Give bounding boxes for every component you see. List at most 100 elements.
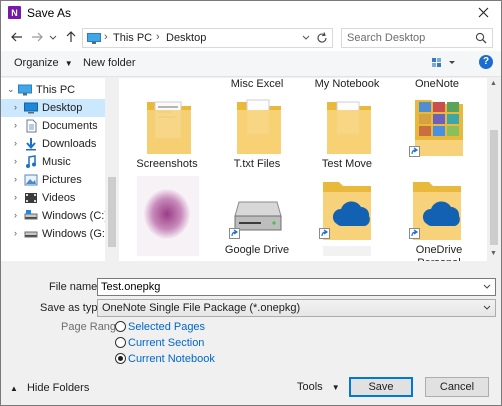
new-folder-button[interactable]: New folder (83, 57, 136, 69)
nav-pane-scrollbar[interactable] (105, 78, 119, 261)
chevron-down-icon: ▼ (64, 59, 73, 68)
onenote-icon: N (8, 6, 21, 19)
nav-item-label: Pictures (42, 174, 82, 186)
nav-item-label: Desktop (42, 102, 83, 114)
arrow-left-icon (11, 32, 22, 42)
nav-item-label: This PC (36, 84, 76, 96)
nav-item-videos[interactable]: › Videos (1, 189, 105, 207)
up-button[interactable] (63, 29, 79, 45)
chevron-right-icon[interactable]: › (14, 120, 17, 130)
desktop-icon (24, 102, 38, 114)
tools-button[interactable]: Tools ▼ (297, 381, 340, 393)
help-button[interactable]: ? (479, 55, 493, 69)
chevron-right-icon[interactable]: › (14, 192, 17, 202)
filename-label: File name: (49, 281, 101, 293)
cancel-button[interactable]: Cancel (425, 377, 489, 397)
radio-label-current-notebook[interactable]: Current Notebook (128, 353, 215, 365)
file-list-scrollbar[interactable]: ▲ ▼ (487, 78, 501, 261)
chevron-down-icon[interactable] (482, 282, 492, 292)
shortcut-arrow-icon (229, 228, 240, 239)
save-button[interactable]: Save (349, 377, 413, 397)
file-label: Misc Excel (230, 78, 284, 90)
folder-icon (327, 101, 371, 154)
breadcrumb-this-pc[interactable]: This PC (113, 32, 152, 44)
file-item-blurred[interactable] (127, 176, 207, 261)
chevron-right-icon[interactable]: › (14, 174, 17, 184)
hide-folders-button[interactable]: ▲ Hide Folders (10, 382, 89, 394)
file-item-onenote-shortcut[interactable] (397, 96, 477, 174)
file-item-t-txt-files[interactable]: T.txt Files (217, 96, 297, 174)
scrollbar-thumb[interactable] (490, 130, 498, 245)
nav-item-downloads[interactable]: › Downloads (1, 135, 105, 153)
tools-label: Tools (297, 381, 323, 393)
file-label: T.txt Files (233, 158, 281, 170)
nav-item-label: Music (42, 156, 71, 168)
pc-icon (18, 84, 32, 96)
help-icon: ? (482, 56, 490, 67)
savetype-value: OneNote Single File Package (*.onepkg) (102, 302, 301, 314)
command-bar: Organize ▼ New folder ? (1, 51, 501, 77)
search-input[interactable] (347, 31, 465, 45)
view-icon (432, 58, 455, 67)
close-button[interactable] (467, 1, 501, 25)
breadcrumb-desktop[interactable]: Desktop (166, 32, 206, 44)
file-item-onenote[interactable]: OneNote (397, 78, 477, 92)
chevron-down-icon (49, 35, 57, 40)
scroll-up-arrow-icon[interactable]: ▲ (490, 80, 497, 87)
filename-input[interactable] (101, 280, 471, 294)
window-title: Save As (27, 6, 72, 20)
chevron-right-icon[interactable]: › (14, 156, 17, 166)
chevron-right-icon[interactable]: › (14, 210, 17, 220)
file-item-screenshots[interactable]: Screenshots (127, 96, 207, 174)
nav-item-desktop[interactable]: › Desktop (1, 99, 105, 117)
save-options: File name: Save as type: OneNote Single … (1, 263, 501, 371)
nav-item-this-pc[interactable]: ⌄ This PC (1, 81, 105, 99)
chevron-right-icon[interactable]: › (14, 102, 17, 112)
scroll-down-arrow-icon[interactable]: ▼ (490, 250, 497, 257)
file-list: Misc Excel My Notebook OneNote Screensho… (119, 78, 487, 261)
chevron-down-icon (302, 35, 310, 40)
nav-item-windows-g[interactable]: › Windows (G:) (1, 225, 109, 243)
filename-field[interactable] (97, 278, 496, 296)
organize-button[interactable]: Organize ▼ (14, 57, 73, 69)
forward-button[interactable] (29, 29, 45, 45)
address-row: › This PC › Desktop (1, 25, 501, 51)
file-item-test-move[interactable]: Test Move (307, 96, 387, 174)
radio-current-section[interactable] (115, 337, 126, 348)
change-view-button[interactable] (431, 56, 457, 70)
file-item-my-notebook[interactable]: My Notebook (307, 78, 387, 92)
file-label: OneNote (414, 78, 460, 90)
file-item-onedrive-business[interactable] (307, 176, 387, 261)
nav-item-pictures[interactable]: › Pictures (1, 171, 105, 189)
search-box[interactable] (341, 28, 493, 48)
close-icon (478, 7, 489, 18)
arrow-right-icon (32, 32, 43, 42)
scrollbar-thumb[interactable] (108, 177, 116, 247)
savetype-select[interactable]: OneNote Single File Package (*.onepkg) (97, 299, 496, 317)
address-bar[interactable]: › This PC › Desktop (82, 28, 333, 48)
radio-current-notebook[interactable] (115, 353, 126, 364)
file-item-google-drive[interactable]: Google Drive (217, 176, 297, 261)
nav-item-documents[interactable]: › Documents (1, 117, 105, 135)
refresh-icon (317, 32, 327, 43)
file-item-onedrive-personal[interactable]: OneDrive Personal (397, 176, 477, 261)
file-label: My Notebook (314, 78, 380, 90)
back-button[interactable] (9, 29, 25, 45)
save-as-dialog: N Save As › This PC › Desktop Search Des… (0, 0, 502, 406)
documents-icon (26, 119, 37, 133)
refresh-button[interactable] (315, 31, 329, 45)
chevron-right-icon[interactable]: › (14, 228, 17, 238)
chevron-up-icon: ▲ (10, 384, 18, 393)
address-history-button[interactable] (301, 32, 311, 44)
nav-item-music[interactable]: › Music (1, 153, 105, 171)
radio-label-selected-pages[interactable]: Selected Pages (128, 321, 205, 333)
radio-label-current-section[interactable]: Current Section (128, 337, 204, 349)
nav-item-windows-c[interactable]: › Windows (C:) (1, 207, 108, 225)
file-item-misc-excel[interactable]: Misc Excel (217, 78, 297, 92)
folder-icon (147, 101, 191, 154)
chevron-right-icon[interactable]: › (14, 138, 17, 148)
videos-icon (25, 193, 37, 203)
recent-locations-button[interactable] (48, 29, 58, 45)
radio-selected-pages[interactable] (115, 321, 126, 332)
expand-chevron-icon[interactable]: ⌄ (7, 84, 15, 95)
